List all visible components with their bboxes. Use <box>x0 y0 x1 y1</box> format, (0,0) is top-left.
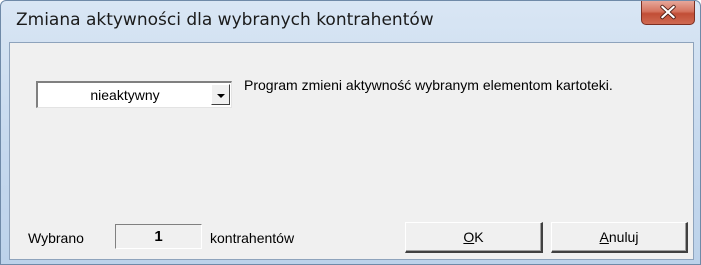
cancel-button-label: nuluj <box>608 229 639 245</box>
dialog-body: nieaktywny Program zmieni aktywność wybr… <box>9 42 694 260</box>
close-icon <box>660 4 676 20</box>
selected-unit-label: kontrahentów <box>210 230 295 246</box>
activity-select-value: nieaktywny <box>90 87 160 103</box>
activity-select[interactable]: nieaktywny <box>36 81 232 108</box>
dialog-window: Zmiana aktywności dla wybranych kontrahe… <box>0 0 701 265</box>
dropdown-button[interactable] <box>211 84 230 105</box>
title-bar[interactable]: Zmiana aktywności dla wybranych kontrahe… <box>1 1 700 41</box>
selected-label: Wybrano <box>28 230 84 246</box>
selected-count: 1 <box>115 224 202 249</box>
description-text: Program zmieni aktywność wybranym elemen… <box>244 77 613 93</box>
window-title: Zmiana aktywności dla wybranych kontrahe… <box>16 10 434 30</box>
cancel-button-accelerator: A <box>599 229 609 245</box>
ok-button[interactable]: OK <box>405 222 543 253</box>
cancel-button[interactable]: Anuluj <box>551 222 688 253</box>
close-button[interactable] <box>641 1 695 25</box>
ok-button-label: K <box>474 229 484 245</box>
chevron-down-icon <box>217 94 225 98</box>
ok-button-accelerator: O <box>463 229 475 245</box>
